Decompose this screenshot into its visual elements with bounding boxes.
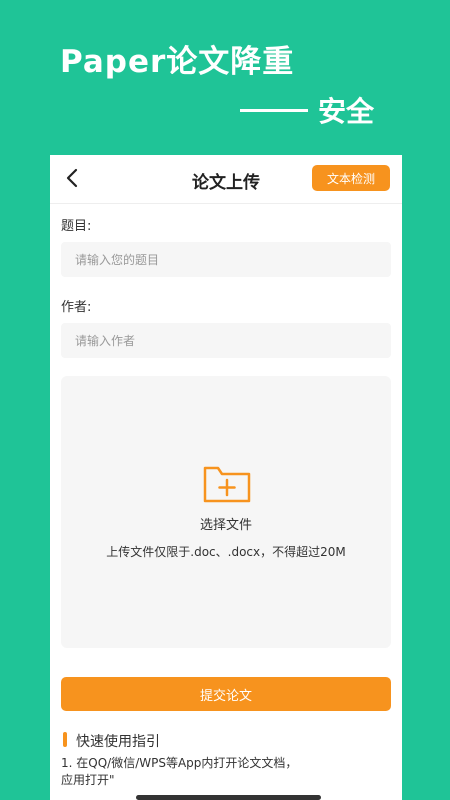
author-input[interactable] bbox=[61, 323, 391, 358]
promo-subtitle: 安全 bbox=[240, 90, 374, 130]
promo-subtitle-text: 安全 bbox=[318, 95, 375, 128]
title-label: 题目: bbox=[61, 219, 92, 234]
title-input[interactable] bbox=[61, 242, 391, 277]
guide-title: 快速使用指引 bbox=[76, 734, 160, 750]
guide-text: 1. 在QQ/微信/WPS等App内打开论文文档，应用打开" bbox=[61, 756, 298, 787]
app-screen: 论文上传 文本检测 题目: 作者: 选择文件 上传文件仅限于.doc、.docx… bbox=[50, 155, 402, 800]
home-indicator bbox=[136, 795, 321, 800]
promo-banner: Paper论文降重 安全 bbox=[0, 0, 450, 155]
select-file-label: 选择文件 bbox=[199, 518, 252, 533]
promo-title: Paper论文降重 bbox=[60, 44, 295, 80]
guide-accent-bar bbox=[63, 732, 67, 747]
submit-paper-button[interactable]: 提交论文 bbox=[61, 677, 391, 711]
folder-plus-icon bbox=[202, 463, 252, 505]
nav-bar: 论文上传 文本检测 bbox=[50, 155, 402, 204]
watermark bbox=[308, 747, 402, 800]
promo-dash bbox=[240, 108, 308, 112]
upload-hint: 上传文件仅限于.doc、.docx，不得超过20M bbox=[106, 545, 346, 559]
text-detect-button[interactable]: 文本检测 bbox=[312, 165, 390, 191]
file-upload-area[interactable]: 选择文件 上传文件仅限于.doc、.docx，不得超过20M bbox=[61, 376, 391, 648]
author-label: 作者: bbox=[61, 300, 92, 315]
